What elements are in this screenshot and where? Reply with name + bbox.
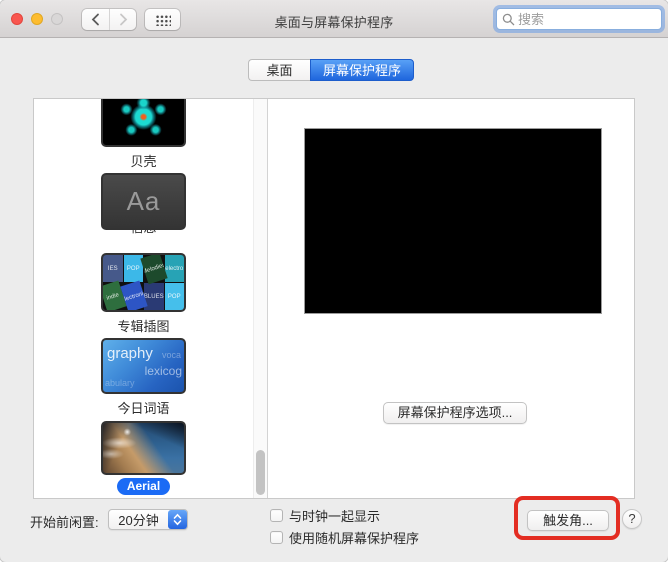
chevron-right-icon xyxy=(119,13,127,26)
show-with-clock-label: 与时钟一起显示 xyxy=(289,509,381,524)
selected-saver-badge: Aerial xyxy=(116,478,171,495)
idle-time-label: 开始前闲置: xyxy=(30,515,99,530)
search-input[interactable] xyxy=(518,11,648,27)
list-item-aerial-selected[interactable]: Aerial xyxy=(34,421,253,495)
show-with-clock-checkbox[interactable] xyxy=(270,509,283,522)
history-nav-segment xyxy=(82,9,136,30)
tab-desktop[interactable]: 桌面 xyxy=(248,59,310,81)
album-tile: IES xyxy=(103,255,123,282)
list-item-message[interactable]: Aa 信息 xyxy=(34,173,253,236)
list-scrollbar-thumb[interactable] xyxy=(256,450,265,495)
content-box: 贝壳 Aa 信息 IES POP Melodies electro indie … xyxy=(33,98,635,499)
show-all-button[interactable] xyxy=(145,9,180,30)
screensaver-options-button[interactable]: 屏幕保护程序选项... xyxy=(383,402,527,424)
list-item-album-artwork[interactable]: IES POP Melodies electro indie electroni… xyxy=(34,253,253,335)
chevron-left-icon xyxy=(91,13,99,26)
grid-icon xyxy=(154,13,171,26)
random-saver-checkbox[interactable] xyxy=(270,531,283,544)
search-icon xyxy=(502,13,515,25)
list-scrollbar-track[interactable] xyxy=(253,99,267,498)
list-item-word-of-day[interactable]: graphy voca lexicog abulary 今日词语 xyxy=(34,338,253,417)
album-tile: electro xyxy=(164,255,184,282)
word-sample: abulary xyxy=(105,378,135,388)
minimize-button[interactable] xyxy=(31,13,43,25)
word-sample: lexicog xyxy=(144,364,182,378)
back-button[interactable] xyxy=(82,9,109,30)
tab-bar: 桌面 屏幕保护程序 xyxy=(248,59,414,81)
shell-thumbnail[interactable] xyxy=(101,99,186,147)
desktop-screensaver-preferences-window: 桌面与屏幕保护程序 桌面 屏幕保护程序 贝壳 Aa 信息 IES POP xyxy=(0,0,668,562)
aa-sample-text: Aa xyxy=(126,186,161,216)
list-item-shell[interactable]: 贝壳 xyxy=(34,99,253,170)
album-artwork-thumbnail[interactable]: IES POP Melodies electro indie electroni… xyxy=(101,253,186,312)
aerial-thumbnail[interactable] xyxy=(101,421,186,475)
chevron-up-down-icon xyxy=(173,513,182,526)
album-tile: electronic xyxy=(119,280,147,310)
idle-time-value: 20分钟 xyxy=(118,513,159,528)
saver-label: 今日词语 xyxy=(117,401,170,416)
hot-corners-button[interactable]: 触发角... xyxy=(527,510,609,531)
search-field[interactable] xyxy=(496,8,662,30)
forward-button-disabled xyxy=(109,9,136,30)
random-saver-row: 使用随机屏幕保护程序 xyxy=(270,528,419,547)
close-button[interactable] xyxy=(11,13,23,25)
titlebar: 桌面与屏幕保护程序 xyxy=(0,0,668,38)
help-button[interactable]: ? xyxy=(622,509,642,529)
window-title: 桌面与屏幕保护程序 xyxy=(274,15,394,30)
pane-divider xyxy=(267,99,268,498)
word-of-day-thumbnail[interactable]: graphy voca lexicog abulary xyxy=(101,338,186,394)
tab-screensaver[interactable]: 屏幕保护程序 xyxy=(310,59,414,81)
saver-label: 贝壳 xyxy=(130,154,157,169)
popup-stepper xyxy=(168,510,187,529)
word-sample: voca xyxy=(161,350,181,360)
saver-label: 专辑插图 xyxy=(117,319,170,334)
zoom-button-disabled xyxy=(51,13,63,25)
random-saver-label: 使用随机屏幕保护程序 xyxy=(289,531,420,546)
word-sample: graphy xyxy=(107,345,153,362)
album-tile: POP xyxy=(164,283,184,310)
album-tile: Melodies xyxy=(140,255,168,285)
message-thumbnail[interactable]: Aa xyxy=(101,173,186,230)
screensaver-preview xyxy=(304,128,602,314)
show-with-clock-row: 与时钟一起显示 xyxy=(270,506,380,525)
idle-time-popup[interactable]: 20分钟 xyxy=(108,509,188,530)
